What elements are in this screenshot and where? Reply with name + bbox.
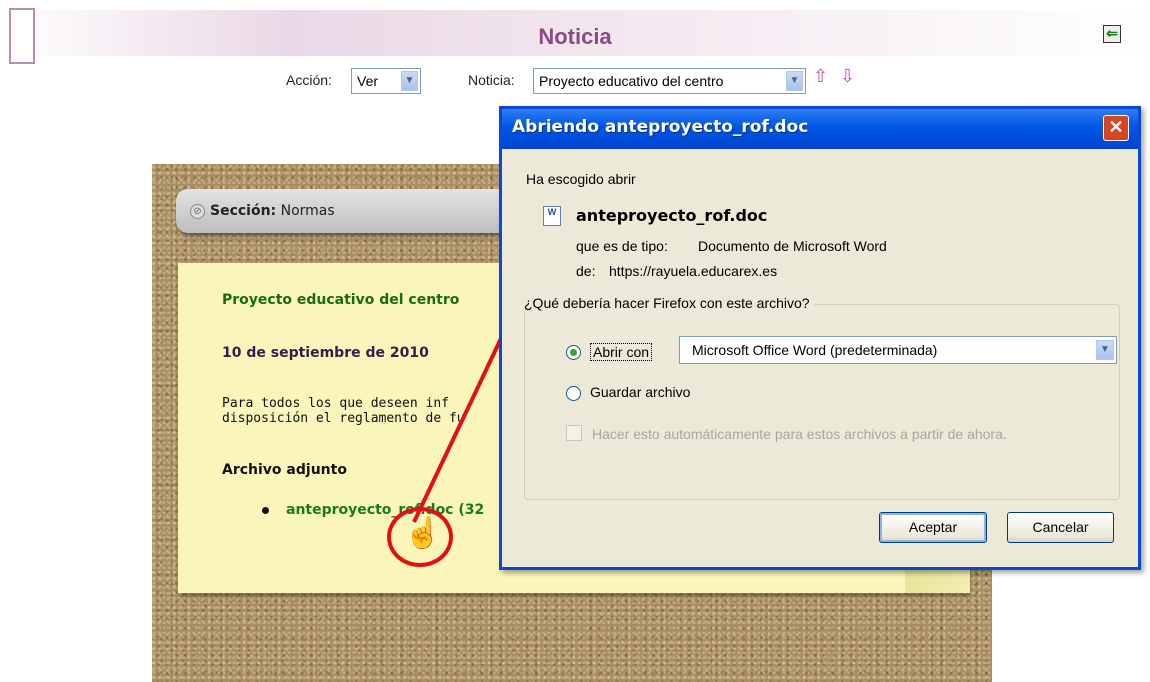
open-with-app-select[interactable]: Microsoft Office Word (predeterminada) ▼ (679, 336, 1117, 364)
dialog-titlebar[interactable]: Abriendo anteproyecto_rof.doc ✕ (502, 109, 1138, 149)
save-file-radio[interactable] (566, 386, 581, 401)
file-source-value: https://rayuela.educarex.es (609, 263, 778, 279)
close-icon[interactable]: ✕ (1103, 115, 1129, 141)
dropdown-arrow-icon[interactable]: ▼ (1096, 340, 1114, 360)
file-type-label: que es de tipo: (576, 238, 668, 254)
auto-action-checkbox[interactable] (566, 425, 582, 441)
auto-action-label: Hacer esto automáticamente para estos ar… (592, 426, 1007, 442)
open-file-dialog: Abriendo anteproyecto_rof.doc ✕ Ha escog… (499, 106, 1141, 570)
word-document-icon: W (543, 206, 561, 226)
file-type-value: Documento de Microsoft Word (698, 238, 887, 254)
open-with-radio[interactable] (566, 345, 581, 360)
cancel-button[interactable]: Cancelar (1007, 512, 1114, 543)
open-with-label[interactable]: Abrir con (590, 343, 653, 361)
file-source-label: de: (576, 263, 596, 279)
action-question: ¿Qué debería hacer Firefox con este arch… (524, 295, 814, 311)
accept-button[interactable]: Aceptar (879, 512, 987, 543)
action-groupbox (524, 304, 1120, 500)
save-file-label[interactable]: Guardar archivo (590, 384, 690, 400)
dialog-intro: Ha escogido abrir (526, 171, 636, 187)
dialog-filename: anteproyecto_rof.doc (576, 206, 768, 225)
dialog-title: Abriendo anteproyecto_rof.doc (512, 117, 809, 137)
open-with-app-value: Microsoft Office Word (predeterminada) (692, 342, 938, 358)
